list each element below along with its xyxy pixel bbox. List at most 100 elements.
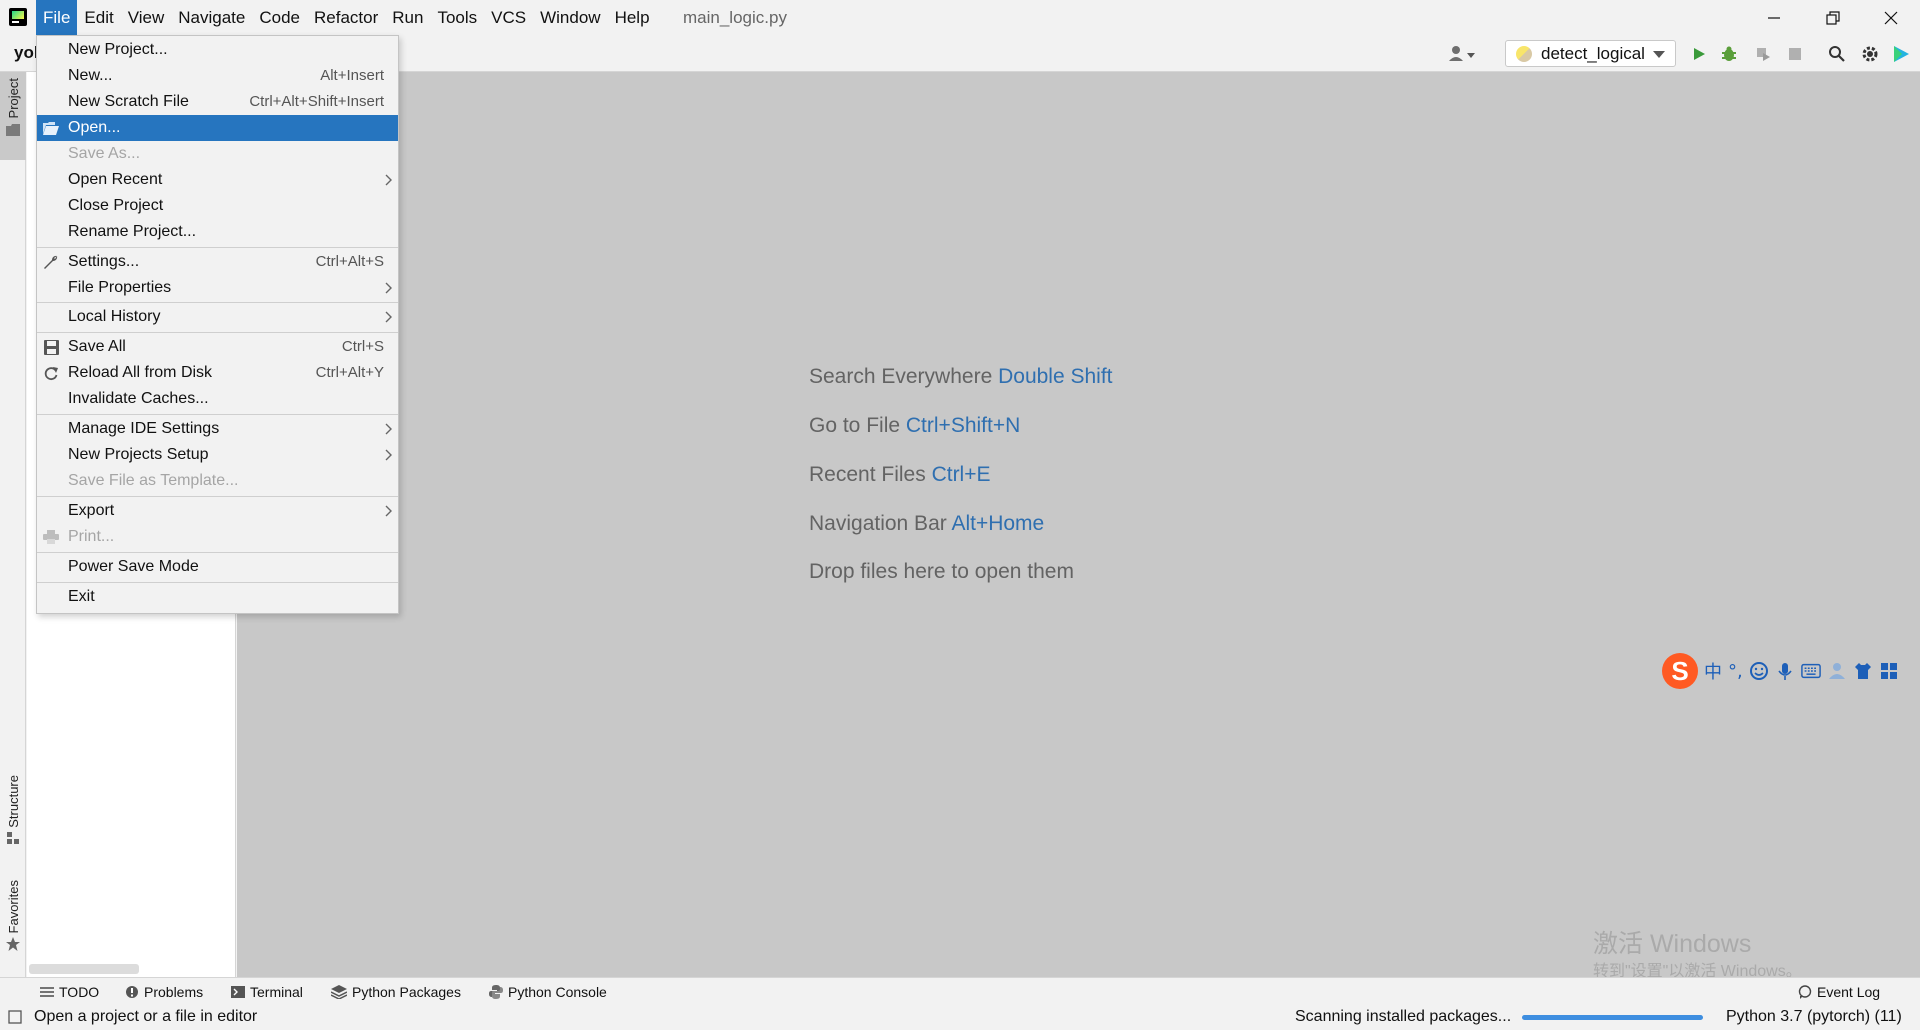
menu-item-print[interactable]: Print... bbox=[37, 524, 398, 550]
menu-item-save-file-as-template[interactable]: Save File as Template... bbox=[37, 468, 398, 494]
user-icon[interactable] bbox=[1827, 661, 1847, 681]
project-panel-scrollbar[interactable] bbox=[29, 964, 139, 974]
menu-item-label: Reload All from Disk bbox=[68, 364, 213, 381]
menu-item-file-properties[interactable]: File Properties bbox=[37, 275, 398, 301]
terminal-icon bbox=[231, 985, 245, 998]
keyboard-icon[interactable] bbox=[1800, 661, 1821, 681]
stop-button[interactable] bbox=[1784, 43, 1806, 65]
run-configuration-label: detect_logical bbox=[1541, 44, 1645, 63]
python-icon bbox=[489, 984, 503, 999]
debug-button[interactable] bbox=[1718, 43, 1740, 65]
menu-item-label: Save All bbox=[68, 338, 126, 355]
minimize-button[interactable] bbox=[1745, 0, 1802, 35]
menu-separator bbox=[37, 496, 398, 497]
tool-window-python-console[interactable]: Python Console bbox=[489, 978, 607, 1005]
menu-vcs[interactable]: VCS bbox=[484, 0, 533, 35]
tool-window-event-log[interactable]: Event Log bbox=[1798, 978, 1880, 1005]
python-packages-label: Python Packages bbox=[352, 983, 461, 1000]
menu-item-label: Invalidate Caches... bbox=[68, 390, 209, 407]
menu-item-new[interactable]: New... Alt+Insert bbox=[37, 63, 398, 89]
menu-item-label: Print... bbox=[68, 528, 115, 545]
menu-item-save-as[interactable]: Save As... bbox=[37, 141, 398, 167]
tool-window-terminal[interactable]: Terminal bbox=[231, 978, 303, 1005]
skin-shirt-icon[interactable] bbox=[1853, 661, 1873, 681]
menu-item-label: File Properties bbox=[68, 279, 172, 296]
menu-item-label: New Projects Setup bbox=[68, 446, 209, 463]
menu-separator bbox=[37, 302, 398, 303]
tool-window-todo[interactable]: TODO bbox=[40, 978, 99, 1005]
stop-icon bbox=[1789, 48, 1801, 60]
editor-area[interactable]: Search Everywhere Double Shift Go to Fil… bbox=[237, 72, 1920, 980]
run-button[interactable] bbox=[1688, 43, 1710, 65]
menu-tools[interactable]: Tools bbox=[430, 0, 484, 35]
menu-help[interactable]: Help bbox=[608, 0, 657, 35]
menu-separator bbox=[37, 552, 398, 553]
menu-code[interactable]: Code bbox=[252, 0, 307, 35]
menu-run[interactable]: Run bbox=[385, 0, 430, 35]
menu-item-open-recent[interactable]: Open Recent bbox=[37, 167, 398, 193]
hint-navigation-bar: Navigation Bar Alt+Home bbox=[809, 512, 1044, 536]
menu-item-label: Save File as Template... bbox=[68, 472, 239, 489]
background-task-label[interactable]: Scanning installed packages... bbox=[1295, 1004, 1511, 1030]
menu-item-settings[interactable]: Settings... Ctrl+Alt+S bbox=[37, 249, 398, 275]
run-with-coverage-button[interactable] bbox=[1752, 43, 1774, 65]
jetbrains-toolbox-button[interactable] bbox=[1890, 43, 1912, 65]
chevron-right-icon bbox=[385, 505, 392, 517]
menu-item-close-project[interactable]: Close Project bbox=[37, 193, 398, 219]
menu-item-save-all[interactable]: Save All Ctrl+S bbox=[37, 334, 398, 360]
vcs-user-icon[interactable] bbox=[1448, 43, 1478, 65]
close-window-button[interactable] bbox=[1862, 0, 1919, 35]
favorites-tab-label: Favorites bbox=[5, 880, 21, 934]
menu-file[interactable]: File bbox=[36, 0, 78, 35]
ime-language-toggle[interactable]: 中 bbox=[1704, 658, 1722, 684]
menu-item-new-projects-setup[interactable]: New Projects Setup bbox=[37, 442, 398, 468]
project-name[interactable]: yol bbox=[14, 43, 39, 63]
tool-window-python-packages[interactable]: Python Packages bbox=[331, 978, 461, 1005]
menu-separator bbox=[37, 414, 398, 415]
ime-punctuation-toggle[interactable]: °, bbox=[1728, 661, 1743, 682]
menu-navigate[interactable]: Navigate bbox=[171, 0, 252, 35]
menu-item-local-history[interactable]: Local History bbox=[37, 304, 398, 330]
menu-item-invalidate-caches[interactable]: Invalidate Caches... bbox=[37, 386, 398, 412]
printer-icon bbox=[43, 529, 59, 545]
todo-label: TODO bbox=[59, 983, 100, 1000]
menu-item-rename-project[interactable]: Rename Project... bbox=[37, 219, 398, 245]
tool-window-structure[interactable]: Structure bbox=[0, 775, 26, 865]
emoji-icon[interactable] bbox=[1749, 661, 1769, 681]
restore-button[interactable] bbox=[1804, 0, 1861, 35]
tool-window-favorites[interactable]: Favorites bbox=[0, 880, 26, 970]
python-interpreter-selector[interactable]: Python 3.7 (pytorch) (11) bbox=[1726, 1004, 1902, 1030]
sogou-logo-icon[interactable]: S bbox=[1662, 653, 1698, 689]
left-tool-strip: Project Structure Favorites bbox=[0, 72, 26, 977]
settings-button[interactable] bbox=[1859, 43, 1881, 65]
toggle-tool-windows-icon[interactable] bbox=[8, 1010, 22, 1024]
menu-item-reload-from-disk[interactable]: Reload All from Disk Ctrl+Alt+Y bbox=[37, 360, 398, 386]
menu-item-new-scratch-file[interactable]: New Scratch File Ctrl+Alt+Shift+Insert bbox=[37, 89, 398, 115]
menu-item-label: Export bbox=[68, 502, 115, 519]
menu-refactor[interactable]: Refactor bbox=[307, 0, 385, 35]
hint-goto-label: Go to File bbox=[809, 414, 901, 437]
menu-item-label: Open Recent bbox=[68, 171, 163, 188]
menu-view[interactable]: View bbox=[121, 0, 172, 35]
menu-item-manage-ide-settings[interactable]: Manage IDE Settings bbox=[37, 416, 398, 442]
menu-edit[interactable]: Edit bbox=[77, 0, 120, 35]
run-configuration-select[interactable]: detect_logical bbox=[1505, 40, 1676, 67]
tool-window-project[interactable]: Project bbox=[0, 72, 26, 160]
menu-item-power-save-mode[interactable]: Power Save Mode bbox=[37, 554, 398, 580]
hint-search-key: Double Shift bbox=[998, 365, 1113, 388]
menu-item-export[interactable]: Export bbox=[37, 498, 398, 524]
menu-item-label: Rename Project... bbox=[68, 223, 197, 240]
menu-window[interactable]: Window bbox=[533, 0, 607, 35]
menu-item-new-project[interactable]: New Project... bbox=[37, 37, 398, 63]
bug-icon bbox=[1722, 46, 1736, 61]
activation-watermark-title: 激活 Windows bbox=[1593, 930, 1752, 958]
microphone-icon[interactable] bbox=[1775, 661, 1795, 681]
tool-window-problems[interactable]: Problems bbox=[125, 978, 203, 1005]
menu-item-exit[interactable]: Exit bbox=[37, 584, 398, 610]
toolbox-grid-icon[interactable] bbox=[1879, 661, 1899, 681]
minimize-icon bbox=[1767, 16, 1780, 19]
problems-icon bbox=[126, 985, 138, 998]
menu-item-open[interactable]: Open... bbox=[37, 115, 398, 141]
search-everywhere-button[interactable] bbox=[1826, 43, 1848, 65]
ime-toolbar: S 中 °, bbox=[1662, 652, 1920, 690]
